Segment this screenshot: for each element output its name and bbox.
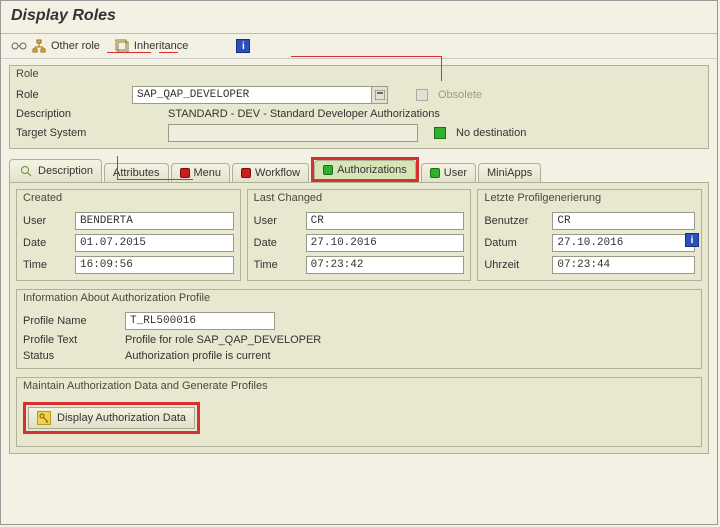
role-groupbox: Role Role SAP_QAP_DEVELOPER Obsolete Des… bbox=[9, 65, 709, 149]
lastchanged-time-label: Time bbox=[254, 259, 300, 271]
role-group-title: Role bbox=[10, 66, 708, 84]
no-destination-label: No destination bbox=[456, 127, 526, 139]
annotation-line bbox=[291, 56, 441, 57]
highlight-box: Authorizations bbox=[311, 157, 419, 182]
info-icon[interactable]: i bbox=[236, 39, 250, 53]
tab-description-label: Description bbox=[38, 165, 93, 177]
annotation-line bbox=[117, 179, 193, 180]
description-value: STANDARD - DEV - Standard Developer Auth… bbox=[168, 108, 468, 120]
profile-text-value: Profile for role SAP_QAP_DEVELOPER bbox=[125, 334, 695, 346]
tab-description[interactable]: Description bbox=[9, 159, 102, 182]
maintain-title: Maintain Authorization Data and Generate… bbox=[17, 378, 701, 398]
tab-authorizations[interactable]: Authorizations bbox=[314, 160, 416, 179]
inheritance-button[interactable]: Inheritance bbox=[134, 40, 188, 52]
page-title: Display Roles bbox=[1, 1, 717, 34]
lastchanged-time-value: 07:23:42 bbox=[306, 256, 465, 274]
created-date-value: 01.07.2015 bbox=[75, 234, 234, 252]
obsolete-checkbox bbox=[416, 89, 428, 101]
annotation-line bbox=[107, 52, 151, 53]
status-red-icon bbox=[241, 168, 251, 178]
tab-authorizations-label: Authorizations bbox=[337, 164, 407, 176]
profile-info-title: Information About Authorization Profile bbox=[17, 290, 701, 310]
magnifier-icon bbox=[18, 163, 34, 179]
tab-panel: Created User BENDERTA Date 01.07.2015 Time… bbox=[9, 182, 709, 454]
lastchanged-date-label: Date bbox=[254, 237, 300, 249]
created-title: Created bbox=[17, 190, 240, 210]
lastchanged-user-value: CR bbox=[306, 212, 465, 230]
tab-workflow-label: Workflow bbox=[255, 167, 300, 179]
tab-user[interactable]: User bbox=[421, 163, 476, 182]
status-red-icon bbox=[180, 168, 190, 178]
profile-name-value: T_RL500016 bbox=[125, 312, 275, 330]
description-label: Description bbox=[16, 108, 126, 120]
lastprofile-group: Letzte Profilgenerierung Benutzer CR Datu… bbox=[477, 189, 702, 281]
tab-menu-label: Menu bbox=[194, 167, 222, 179]
other-role-button[interactable]: Other role bbox=[51, 40, 100, 52]
maintain-group: Maintain Authorization Data and Generate… bbox=[16, 377, 702, 447]
lastprofile-time-value: 07:23:44 bbox=[552, 256, 695, 274]
lastchanged-user-label: User bbox=[254, 215, 300, 227]
lastprofile-user-value: CR bbox=[552, 212, 695, 230]
profile-status-label: Status bbox=[23, 350, 119, 362]
display-authorization-data-button[interactable]: Display Authorization Data bbox=[28, 407, 195, 429]
annotation-line bbox=[441, 56, 442, 81]
tab-workflow[interactable]: Workflow bbox=[232, 163, 309, 182]
lastchanged-date-value: 27.10.2016 bbox=[306, 234, 465, 252]
key-icon bbox=[37, 411, 51, 425]
tab-user-label: User bbox=[444, 167, 467, 179]
profile-name-label: Profile Name bbox=[23, 315, 119, 327]
status-green-icon bbox=[430, 168, 440, 178]
lastprofile-time-label: Uhrzeit bbox=[484, 259, 546, 271]
created-time-label: Time bbox=[23, 259, 69, 271]
lastprofile-date-label: Datum bbox=[484, 237, 546, 249]
f4-help-icon[interactable] bbox=[372, 86, 388, 104]
created-group: Created User BENDERTA Date 01.07.2015 Time… bbox=[16, 189, 241, 281]
created-time-value: 16:09:56 bbox=[75, 256, 234, 274]
hierarchy-icon[interactable] bbox=[31, 38, 47, 54]
obsolete-label: Obsolete bbox=[438, 89, 482, 101]
created-user-label: User bbox=[23, 215, 69, 227]
lastprofile-title: Letzte Profilgenerierung bbox=[478, 190, 701, 210]
tab-miniapps-label: MiniApps bbox=[487, 167, 532, 179]
destination-status-icon bbox=[434, 127, 446, 139]
tabstrip: Description Attributes Menu Workflow Aut… bbox=[9, 157, 709, 182]
glasses-icon[interactable] bbox=[11, 38, 27, 54]
lastchanged-group: Last Changed User CR Date 27.10.2016 Time 0… bbox=[247, 189, 472, 281]
tab-attributes-label: Attributes bbox=[113, 167, 159, 179]
lastprofile-user-label: Benutzer bbox=[484, 215, 546, 227]
role-label: Role bbox=[16, 89, 126, 101]
target-system-input[interactable] bbox=[168, 124, 418, 142]
display-authorization-data-label: Display Authorization Data bbox=[57, 412, 186, 424]
created-date-label: Date bbox=[23, 237, 69, 249]
lastchanged-title: Last Changed bbox=[248, 190, 471, 210]
target-system-label: Target System bbox=[16, 127, 126, 139]
lastprofile-date-value: 27.10.2016 bbox=[552, 234, 695, 252]
status-green-icon bbox=[323, 165, 333, 175]
info-icon[interactable]: i bbox=[685, 233, 699, 247]
tab-miniapps[interactable]: MiniApps bbox=[478, 163, 541, 182]
annotation-line bbox=[117, 156, 118, 180]
role-input[interactable]: SAP_QAP_DEVELOPER bbox=[132, 86, 372, 104]
highlight-box: Display Authorization Data bbox=[23, 402, 200, 434]
profile-info-group: Information About Authorization Profile … bbox=[16, 289, 702, 369]
profile-status-value: Authorization profile is current bbox=[125, 350, 695, 362]
created-user-value: BENDERTA bbox=[75, 212, 234, 230]
annotation-line bbox=[159, 52, 178, 53]
profile-text-label: Profile Text bbox=[23, 334, 119, 346]
